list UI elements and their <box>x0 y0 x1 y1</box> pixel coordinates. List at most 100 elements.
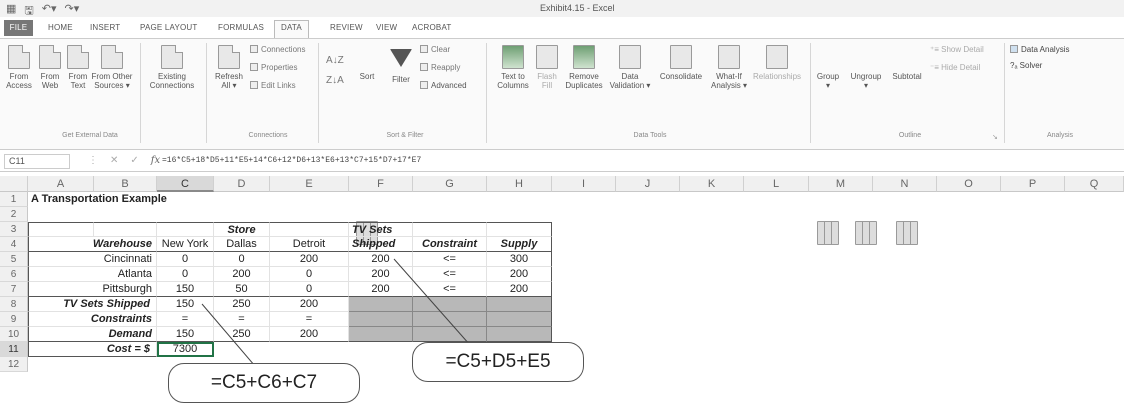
column-header[interactable]: I <box>552 176 616 192</box>
column-header[interactable]: M <box>809 176 873 192</box>
flash-fill-button[interactable]: Flash Fill <box>534 45 560 90</box>
tab-home[interactable]: HOME <box>48 23 73 32</box>
row-header[interactable]: 7 <box>0 282 28 297</box>
row-header[interactable]: 1 <box>0 192 28 207</box>
column-header[interactable]: K <box>680 176 744 192</box>
shipment-cell[interactable]: 0 <box>270 267 349 282</box>
column-header[interactable]: B <box>94 176 157 192</box>
cell[interactable] <box>28 222 94 237</box>
from-other-sources-button[interactable]: From Other Sources ▾ <box>90 45 134 90</box>
data-validation-button[interactable]: Data Validation ▾ <box>608 45 652 90</box>
what-if-analysis-button[interactable]: What-If Analysis ▾ <box>708 45 750 90</box>
cost-value[interactable]: 7300 <box>157 342 214 357</box>
demand-value[interactable]: 200 <box>270 327 349 342</box>
redo-icon[interactable]: ↷▾ <box>65 2 80 21</box>
column-header[interactable]: F <box>349 176 413 192</box>
from-access-button[interactable]: From Access <box>4 45 34 90</box>
row-header[interactable]: 12 <box>0 357 28 372</box>
tab-formulas[interactable]: FORMULAS <box>218 23 264 32</box>
row-header[interactable]: 6 <box>0 267 28 282</box>
column-header[interactable]: A <box>28 176 94 192</box>
row-header[interactable]: 2 <box>0 207 28 222</box>
tv-shipped-value[interactable]: 200 <box>270 297 349 312</box>
row-header[interactable]: 3 <box>0 222 28 237</box>
store-name[interactable]: New York <box>157 237 214 252</box>
cancel-icon[interactable]: ✕ <box>110 155 118 166</box>
cost-label[interactable]: Cost = $ <box>28 342 157 357</box>
relationships-button[interactable]: Relationships <box>750 45 804 81</box>
column-header[interactable]: L <box>744 176 809 192</box>
shipped-header[interactable]: Shipped <box>349 237 413 252</box>
row-header[interactable]: 4 <box>0 237 28 252</box>
shipped-total[interactable]: 200 <box>349 267 413 282</box>
tv-shipped-value[interactable]: 250 <box>214 297 270 312</box>
constraints-op[interactable]: = <box>157 312 214 327</box>
warehouse-name[interactable]: Pittsburgh <box>28 282 157 297</box>
save-icon[interactable]: 🖫 <box>24 2 33 21</box>
connections-button[interactable]: Connections <box>250 45 305 54</box>
shipment-cell[interactable]: 0 <box>157 267 214 282</box>
warehouse-header[interactable]: Warehouse <box>28 237 157 252</box>
tab-review[interactable]: REVIEW <box>330 23 363 32</box>
cell[interactable] <box>413 222 487 237</box>
shaded-cell[interactable] <box>349 327 413 342</box>
enter-icon[interactable]: ✓ <box>130 155 138 166</box>
row-header[interactable]: 11 <box>0 342 28 357</box>
shipped-total[interactable]: 200 <box>349 252 413 267</box>
store-name[interactable]: Dallas <box>214 237 270 252</box>
constraint-header[interactable]: Constraint <box>413 237 487 252</box>
column-header[interactable]: G <box>413 176 487 192</box>
demand-value[interactable]: 250 <box>214 327 270 342</box>
reapply-button[interactable]: Reapply <box>420 63 460 72</box>
demand-label[interactable]: Demand <box>28 327 157 342</box>
from-text-button[interactable]: From Text <box>64 45 92 90</box>
undo-icon[interactable]: ↶▾ <box>42 2 57 21</box>
shaded-cell[interactable] <box>487 312 552 327</box>
hide-detail-button[interactable]: ⁻≡ Hide Detail <box>930 63 980 72</box>
shipment-cell[interactable]: 0 <box>270 282 349 297</box>
formula-input[interactable]: =16*C5+18*D5+11*E5+14*C6+12*D6+13*E6+13*… <box>162 156 421 165</box>
group-button[interactable]: Group ▾ <box>814 45 842 245</box>
column-header[interactable]: Q <box>1065 176 1124 192</box>
shipment-cell[interactable]: 200 <box>214 267 270 282</box>
supply-value[interactable]: 200 <box>487 267 552 282</box>
consolidate-button[interactable]: Consolidate <box>656 45 706 81</box>
column-header[interactable]: P <box>1001 176 1065 192</box>
row-header[interactable]: 10 <box>0 327 28 342</box>
shaded-cell[interactable] <box>349 297 413 312</box>
column-header[interactable]: E <box>270 176 349 192</box>
cell[interactable] <box>157 222 214 237</box>
tv-shipped-label[interactable]: TV Sets Shipped <box>28 297 157 312</box>
column-header[interactable]: C <box>157 176 214 192</box>
shaded-cell[interactable] <box>487 327 552 342</box>
constraints-label[interactable]: Constraints <box>28 312 157 327</box>
shipment-cell[interactable]: 200 <box>270 252 349 267</box>
show-detail-button[interactable]: ⁺≡ Show Detail <box>930 45 984 54</box>
shaded-cell[interactable] <box>413 297 487 312</box>
column-header[interactable]: O <box>937 176 1001 192</box>
cell[interactable] <box>94 222 157 237</box>
shipment-cell[interactable]: 50 <box>214 282 270 297</box>
from-web-button[interactable]: From Web <box>36 45 64 90</box>
sort-za-icon[interactable]: Z↓A <box>326 75 344 86</box>
shaded-cell[interactable] <box>413 312 487 327</box>
column-header[interactable]: N <box>873 176 937 192</box>
tab-data[interactable]: DATA <box>274 20 309 39</box>
supply-value[interactable]: 300 <box>487 252 552 267</box>
tv-shipped-value[interactable]: 150 <box>157 297 214 312</box>
shaded-cell[interactable] <box>487 297 552 312</box>
existing-connections-button[interactable]: Existing Connections <box>144 45 200 90</box>
refresh-all-button[interactable]: Refresh All ▾ <box>212 45 246 90</box>
warehouse-name[interactable]: Cincinnati <box>28 252 157 267</box>
store-name[interactable]: Detroit <box>270 237 349 252</box>
subtotal-button[interactable]: Subtotal <box>888 45 926 245</box>
constraint-op[interactable]: <= <box>413 282 487 297</box>
ungroup-button[interactable]: Ungroup ▾ <box>846 45 886 245</box>
dialog-launcher-icon[interactable]: ↘ <box>992 133 998 141</box>
constraint-op[interactable]: <= <box>413 252 487 267</box>
column-header[interactable]: D <box>214 176 270 192</box>
edit-links-button[interactable]: Edit Links <box>250 81 296 90</box>
sort-az-icon[interactable]: A↓Z <box>326 55 344 66</box>
store-header[interactable]: Store <box>214 222 270 237</box>
shaded-cell[interactable] <box>413 327 487 342</box>
